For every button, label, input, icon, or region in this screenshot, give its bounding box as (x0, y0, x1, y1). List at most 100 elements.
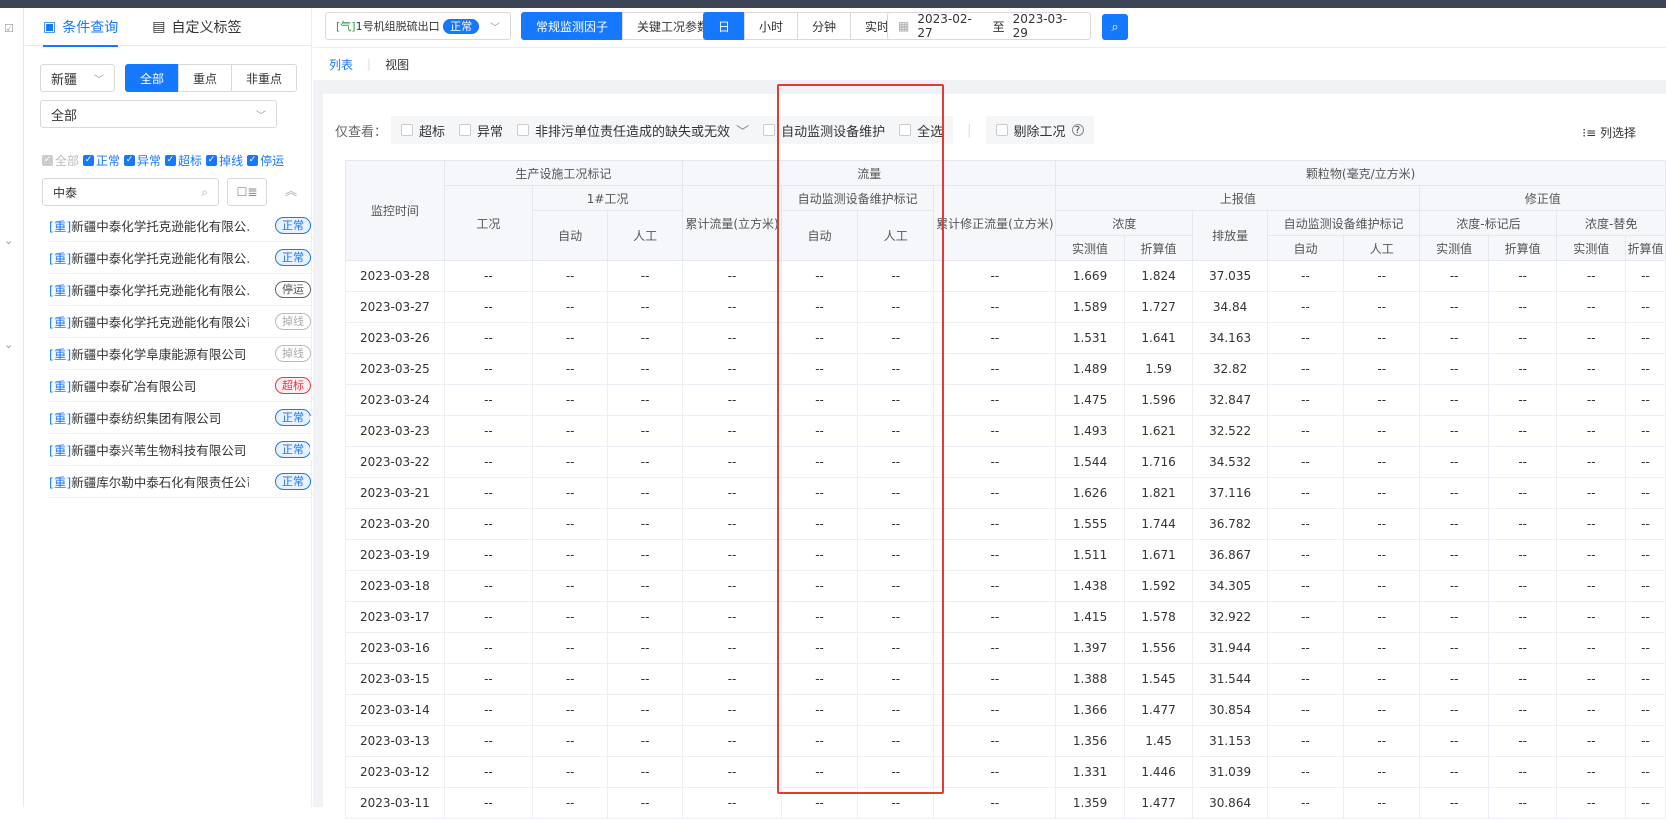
company-item[interactable]: [重]新疆中泰化学阜康能源有限公司 掉线 (49, 338, 311, 370)
table-cell: -- (1267, 539, 1345, 571)
filter-exclude-condition[interactable]: 剔除工况? (995, 121, 1084, 140)
table-cell: -- (682, 384, 782, 416)
table-cell: -- (607, 694, 684, 726)
seg-non-key[interactable]: 非重点 (231, 64, 298, 92)
search-icon[interactable]: ⌕ (201, 185, 208, 200)
table-row[interactable]: 2023-03-14 -- -- -- -- -- -- -- 1.366 1.477 30.854… (345, 694, 1666, 726)
table-cell: -- (1556, 446, 1626, 478)
table-cell: -- (933, 787, 1057, 819)
table-cell: -- (933, 694, 1057, 726)
filter-select-all[interactable]: 全选 (899, 121, 943, 140)
company-item[interactable]: [重]新疆中泰化学托克逊能化有限公... 正常 (49, 210, 311, 242)
chevron-down-icon[interactable]: ⌄ (4, 338, 13, 351)
table-row[interactable]: 2023-03-15 -- -- -- -- -- -- -- 1.388 1.545 31.544… (345, 663, 1666, 695)
table-row[interactable]: 2023-03-26 -- -- -- -- -- -- -- 1.531 1.641 34.163… (345, 322, 1666, 354)
table-cell: -- (1556, 508, 1626, 540)
toolbar: [气]1号机组脱硫出口 正常 ﹀ 常规监测因子 关键工况参数 日 小时 分钟 实… (313, 8, 1666, 48)
check-normal[interactable]: ✓ 正常 (83, 152, 120, 169)
table-row[interactable]: 2023-03-25 -- -- -- -- -- -- -- 1.489 1.59 32.82 --… (345, 353, 1666, 385)
tab-view[interactable]: 视图 (385, 56, 409, 73)
table-cell: -- (1343, 260, 1421, 292)
seg-day[interactable]: 日 (703, 12, 746, 40)
table-row[interactable]: 2023-03-22 -- -- -- -- -- -- -- 1.544 1.716 34.532… (345, 446, 1666, 478)
check-stopped[interactable]: ✓ 停运 (247, 152, 284, 169)
table-row[interactable]: 2023-03-28 -- -- -- -- -- -- -- 1.669 1.824 37.035… (345, 260, 1666, 292)
company-item[interactable]: [重]新疆中泰化学托克逊能化有限公... 正常 (49, 242, 311, 274)
seg-key[interactable]: 重点 (178, 64, 233, 92)
seg-all[interactable]: 全部 (125, 64, 180, 92)
table-cell: 1.727 (1124, 291, 1194, 323)
search-button[interactable]: ⌕ (1102, 14, 1128, 40)
table-cell: -- (532, 260, 609, 292)
table-cell: 2023-03-12 (345, 756, 445, 788)
table-row[interactable]: 2023-03-24 -- -- -- -- -- -- -- 1.475 1.596 32.847… (345, 384, 1666, 416)
tree-toggle-button[interactable]: ☐≣ (227, 178, 267, 206)
table-cell: 1.475 (1055, 384, 1125, 416)
table-cell: -- (1419, 508, 1489, 540)
table-cell: -- (933, 725, 1057, 757)
seg-minute[interactable]: 分钟 (797, 12, 852, 40)
company-search-input[interactable]: 中泰 ⌕ (42, 178, 219, 206)
check-over[interactable]: ✓ 超标 (165, 152, 202, 169)
company-item[interactable]: [重]新疆库尔勒中泰石化有限责任公司 正常 (49, 466, 311, 498)
tab-list[interactable]: 列表 (329, 56, 353, 73)
table-row[interactable]: 2023-03-21 -- -- -- -- -- -- -- 1.626 1.821 37.116… (345, 477, 1666, 509)
check-offline[interactable]: ✓ 掉线 (206, 152, 243, 169)
help-icon: ? (1071, 124, 1084, 136)
seg-hour[interactable]: 小时 (744, 12, 799, 40)
company-item[interactable]: [重]新疆中泰化学托克逊能化有限公司 掉线 (49, 306, 311, 338)
table-cell: -- (1625, 570, 1666, 602)
check-abnormal[interactable]: ✓ 异常 (124, 152, 161, 169)
table-row[interactable]: 2023-03-19 -- -- -- -- -- -- -- 1.511 1.671 36.867… (345, 539, 1666, 571)
table-cell: -- (1419, 694, 1489, 726)
tab-condition-query[interactable]: ▣ 条件查询 (43, 8, 119, 47)
type-select[interactable]: 全部 ﹀ (40, 100, 277, 128)
table-cell: -- (1556, 725, 1626, 757)
table-cell: -- (857, 632, 935, 664)
exclude-condition-box: 剔除工况? (985, 116, 1094, 144)
table-row[interactable]: 2023-03-20 -- -- -- -- -- -- -- 1.555 1.744 36.782… (345, 508, 1666, 540)
company-item[interactable]: [重]新疆中泰化学托克逊能化有限公... 停运 (49, 274, 311, 306)
seg-regular-factors[interactable]: 常规监测因子 (521, 12, 624, 40)
table-cell: -- (1625, 787, 1666, 819)
th-corrected: 修正值 (1419, 185, 1666, 211)
table-row[interactable]: 2023-03-17 -- -- -- -- -- -- -- 1.415 1.578 32.922… (345, 601, 1666, 633)
table-cell: 30.864 (1192, 787, 1268, 819)
filter-missing[interactable]: 非排污单位责任造成的缺失或无效 ﹀ (517, 121, 749, 140)
th-condition-1: 1#工况 (532, 185, 684, 211)
filter-maintenance[interactable]: 自动监测设备维护 (763, 121, 885, 140)
table-row[interactable]: 2023-03-16 -- -- -- -- -- -- -- 1.397 1.556 31.944… (345, 632, 1666, 664)
company-item[interactable]: [重]新疆中泰纺织集团有限公司 正常 (49, 402, 311, 434)
th-pm-maintenance: 自动监测设备维护标记 (1266, 210, 1421, 236)
column-select-button[interactable]: ⁝≡ 列选择 (1582, 124, 1636, 141)
table-row[interactable]: 2023-03-11 -- -- -- -- -- -- -- 1.359 1.477 30.864… (345, 787, 1666, 819)
monitor-point-select[interactable]: [气]1号机组脱硫出口 正常 ﹀ (325, 12, 511, 40)
filter-over[interactable]: 超标 (401, 121, 445, 140)
filter-abnormal[interactable]: 异常 (459, 121, 503, 140)
tab-custom-tags[interactable]: ▤ 自定义标签 (152, 8, 241, 46)
region-select[interactable]: 新疆 ﹀ (40, 64, 115, 92)
check-all[interactable]: ✓ 全部 (42, 152, 79, 169)
company-item[interactable]: [重]新疆中泰矿冶有限公司 超标 (49, 370, 311, 402)
date-range-picker[interactable]: ▦ 2023-02-27 至 2023-03-29 (887, 12, 1091, 40)
table-cell: -- (1267, 756, 1345, 788)
table-cell: 1.493 (1055, 415, 1125, 447)
table-row[interactable]: 2023-03-23 -- -- -- -- -- -- -- 1.493 1.621 32.522… (345, 415, 1666, 447)
table-cell: 36.867 (1192, 539, 1268, 571)
table-cell: -- (682, 446, 782, 478)
table-cell: -- (1419, 601, 1489, 633)
point-name: 1号机组脱硫出口 (355, 20, 440, 33)
table-cell: -- (607, 539, 684, 571)
table-cell: -- (1343, 477, 1421, 509)
chevron-down-icon[interactable]: ⌄ (4, 234, 13, 247)
table-row[interactable]: 2023-03-13 -- -- -- -- -- -- -- 1.356 1.45 31.153-… (345, 725, 1666, 757)
table-row[interactable]: 2023-03-12 -- -- -- -- -- -- -- 1.331 1.446 31.039… (345, 756, 1666, 788)
checkbox-icon[interactable]: ☑ (4, 22, 14, 35)
table-cell: 2023-03-16 (345, 632, 445, 664)
company-item[interactable]: [重]新疆中泰兴苇生物科技有限公司 正常 (49, 434, 311, 466)
table-cell: -- (1267, 384, 1345, 416)
table-row[interactable]: 2023-03-27 -- -- -- -- -- -- -- 1.589 1.727 34.84-… (345, 291, 1666, 323)
table-row[interactable]: 2023-03-18 -- -- -- -- -- -- -- 1.438 1.592 34.305… (345, 570, 1666, 602)
collapse-up-icon[interactable]: ︽ (285, 182, 297, 199)
chevron-down-icon: ﹀ (94, 74, 104, 86)
